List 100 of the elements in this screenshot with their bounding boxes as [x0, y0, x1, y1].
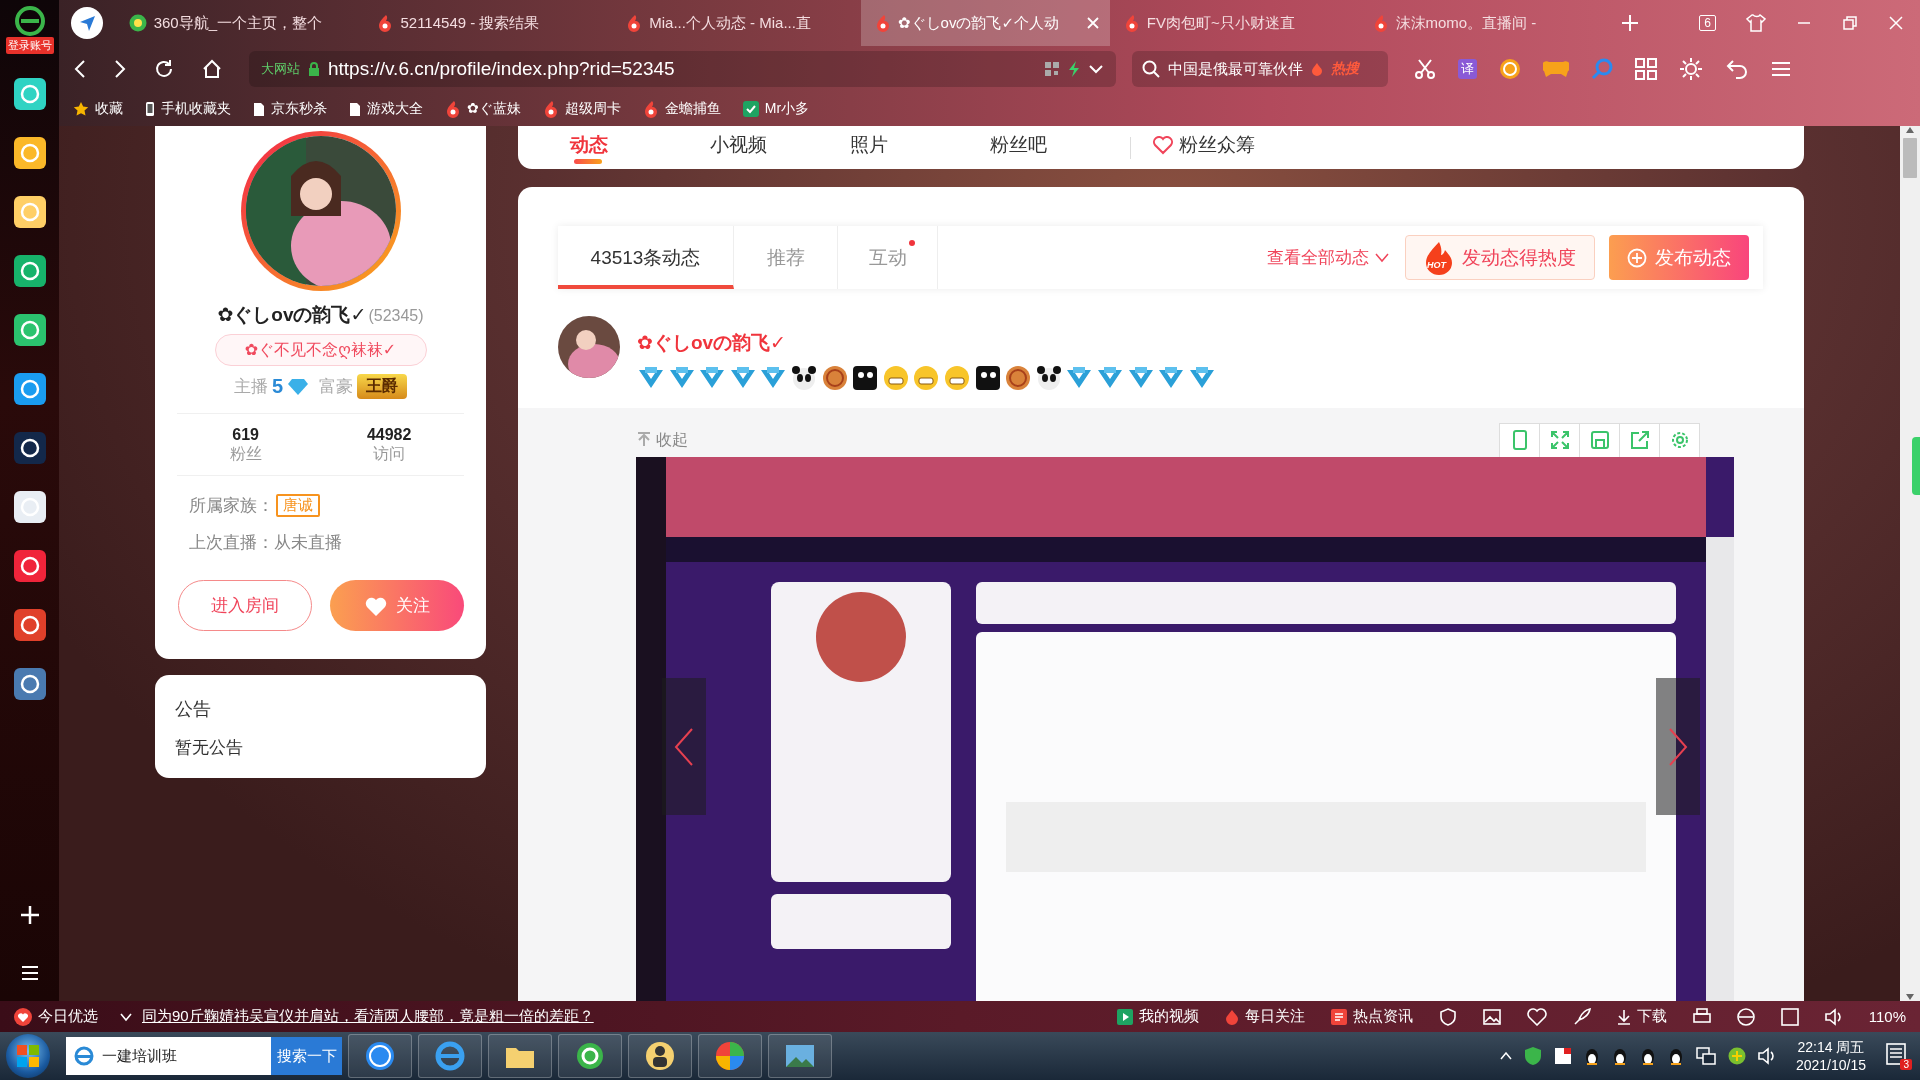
tool-button[interactable]: [1499, 422, 1540, 458]
taskbar-app[interactable]: [348, 1034, 412, 1078]
send-button[interactable]: [71, 7, 103, 39]
bookmark[interactable]: ✿ぐ蓝妹: [445, 100, 521, 118]
bookmark[interactable]: 收藏: [73, 100, 123, 118]
status-link[interactable]: 热点资讯: [1330, 1007, 1413, 1026]
network-icon[interactable]: [1695, 1047, 1716, 1065]
news-headline[interactable]: 同为90斤鞠婧祎吴宣仪并肩站，看清两人腰部，竟是粗一倍的差距？: [142, 1007, 594, 1026]
caret-up-icon[interactable]: [1499, 1052, 1512, 1060]
post-author[interactable]: ✿ぐしovの韵飞✓: [637, 330, 1216, 356]
forward-icon[interactable]: [113, 59, 127, 79]
mail-app-icon[interactable]: [13, 255, 46, 287]
tool-button[interactable]: [1659, 422, 1700, 458]
notepad-icon[interactable]: [1553, 1047, 1572, 1065]
bookmark[interactable]: 京东秒杀: [253, 100, 327, 118]
close-icon[interactable]: [1887, 15, 1904, 31]
brightness-icon[interactable]: [1679, 57, 1703, 81]
speaker-icon[interactable]: [1824, 1007, 1843, 1026]
bookmark[interactable]: 金蟾捕鱼: [642, 100, 721, 118]
penguin-icon[interactable]: [1667, 1047, 1684, 1065]
browser-logo-icon[interactable]: [14, 6, 45, 36]
status-link[interactable]: 我的视频: [1116, 1007, 1199, 1026]
login-link[interactable]: 登录账号: [5, 37, 54, 54]
promo-link[interactable]: 今日优选: [14, 1007, 98, 1026]
letter-p-app-icon[interactable]: [13, 373, 46, 405]
taskbar-app[interactable]: [558, 1034, 622, 1078]
heart-pulse-icon[interactable]: [1526, 1007, 1547, 1026]
shield-icon[interactable]: [1523, 1046, 1542, 1066]
bookmark[interactable]: 手机收藏夹: [145, 100, 231, 118]
search-field[interactable]: 中国是俄最可靠伙伴 热搜: [1132, 51, 1388, 87]
clock-date[interactable]: 2021/10/15: [1795, 1056, 1866, 1074]
start-button[interactable]: [6, 1034, 50, 1078]
image-icon[interactable]: [1482, 1008, 1501, 1025]
add-icon[interactable]: [19, 905, 40, 925]
penguin-icon[interactable]: [1583, 1047, 1600, 1065]
shield-icon[interactable]: [1438, 1007, 1457, 1026]
boost-button[interactable]: HOT 发动态得热度: [1405, 235, 1595, 280]
browser-tab[interactable]: 360导航_一个主页，整个: [114, 0, 364, 46]
profile-tab[interactable]: 动态: [570, 131, 710, 164]
profile-tab[interactable]: 粉丝吧: [990, 131, 1130, 164]
tool-button[interactable]: [1579, 422, 1620, 458]
taskbar-app[interactable]: [768, 1034, 832, 1078]
back-icon[interactable]: [73, 59, 87, 79]
scroll-thumb[interactable]: [1903, 138, 1917, 178]
browser-icon[interactable]: [1736, 1007, 1755, 1026]
address-field[interactable]: 大网站 https://v.6.cn/profile/index.php?rid=52345: [249, 51, 1116, 87]
scissors-icon[interactable]: [1414, 58, 1436, 80]
bookmark[interactable]: 游戏大全: [349, 100, 423, 118]
notification-button[interactable]: 3: [1886, 1042, 1912, 1070]
enter-room-button[interactable]: 进入房间: [177, 580, 312, 631]
bookmark[interactable]: Mr小多: [742, 100, 810, 118]
plus-icon[interactable]: [1727, 1047, 1746, 1065]
chevron-down-icon[interactable]: [120, 1012, 132, 1022]
window-icon[interactable]: [1780, 1007, 1799, 1026]
browser-tab[interactable]: 52114549 - 搜索结果: [363, 0, 613, 46]
tool-button[interactable]: [1619, 422, 1660, 458]
view-all-link[interactable]: 查看全部动态: [1267, 246, 1389, 269]
zoom-level[interactable]: 110%: [1868, 1008, 1906, 1025]
scrollbar[interactable]: [1900, 126, 1920, 1001]
coin-app-icon[interactable]: [13, 609, 46, 641]
reload-icon[interactable]: [153, 58, 175, 80]
cloud-app-icon[interactable]: [13, 314, 46, 346]
search-field[interactable]: 一建培训班: [66, 1037, 271, 1075]
cross-app-icon[interactable]: [13, 78, 46, 110]
speaker-icon[interactable]: [1757, 1047, 1776, 1065]
grid-app-icon[interactable]: [13, 432, 46, 464]
profile-tab[interactable]: 照片: [850, 131, 990, 164]
side-handle[interactable]: [1912, 437, 1920, 495]
clock-time[interactable]: 22:14 周五: [1797, 1038, 1865, 1056]
browser-tab[interactable]: Mia...个人动态 - Mia...直: [612, 0, 861, 46]
taskbar-app[interactable]: [628, 1034, 692, 1078]
undo-icon[interactable]: [1725, 58, 1749, 80]
next-button[interactable]: [1656, 678, 1700, 815]
tab-count[interactable]: 6: [1699, 15, 1716, 31]
close-icon[interactable]: [1085, 16, 1100, 30]
translate-button[interactable]: 译: [1458, 59, 1477, 79]
download-button[interactable]: 下载: [1616, 1007, 1667, 1026]
penguin-icon[interactable]: [1611, 1047, 1628, 1065]
search-button[interactable]: 搜索一下: [271, 1037, 342, 1075]
bookmark[interactable]: 超级周卡: [542, 100, 621, 118]
game-app-icon[interactable]: [13, 668, 46, 700]
status-link[interactable]: 每日关注: [1224, 1007, 1305, 1026]
profile-tab[interactable]: 粉丝众筹: [1153, 131, 1293, 164]
browser-tab[interactable]: 沫沫momo。直播间 -: [1358, 0, 1608, 46]
taskbar-app[interactable]: [698, 1034, 762, 1078]
grid-icon[interactable]: [1635, 58, 1657, 80]
feed-tab[interactable]: 43513条动态: [558, 226, 734, 289]
shirt-icon[interactable]: [1745, 14, 1766, 32]
browser-tab[interactable]: ✿ぐしovの韵飞✓个人动: [861, 0, 1110, 46]
printer-icon[interactable]: [1692, 1007, 1711, 1026]
tool-button[interactable]: [1539, 422, 1580, 458]
browser-tab[interactable]: FV肉包町~只小财迷直: [1109, 0, 1359, 46]
taskbar-app[interactable]: [488, 1034, 552, 1078]
lightning-icon[interactable]: [1068, 60, 1080, 78]
doc-app-icon[interactable]: [13, 491, 46, 523]
book-app-icon[interactable]: [13, 550, 46, 582]
home-icon[interactable]: [201, 58, 223, 80]
new-tab-icon[interactable]: [1621, 14, 1640, 32]
profile-tab[interactable]: 小视频: [710, 131, 850, 164]
qr-code-icon[interactable]: [1044, 61, 1060, 77]
